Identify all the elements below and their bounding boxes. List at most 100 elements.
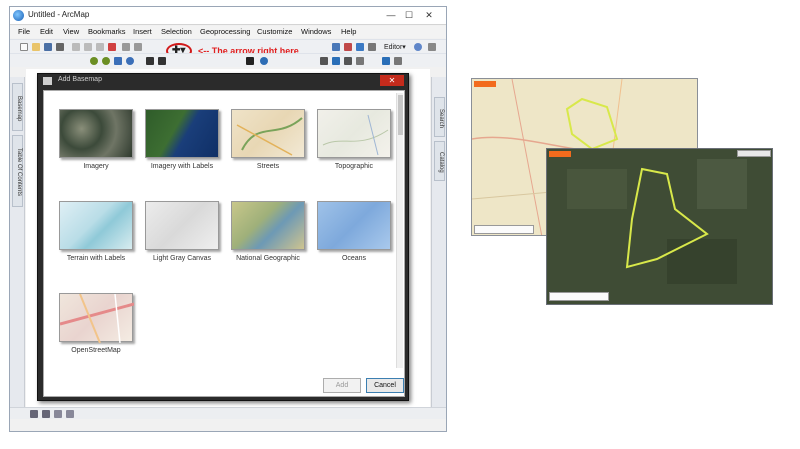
menu-customize[interactable]: Customize xyxy=(257,27,292,36)
terrain-thumbnail xyxy=(59,201,133,250)
cut-icon[interactable] xyxy=(72,43,80,51)
title-bar: Untitled - ArcMap — ☐ ✕ xyxy=(10,7,446,25)
basemap-oceans[interactable]: Oceans xyxy=(314,199,394,275)
gallery-scrollbar[interactable] xyxy=(396,93,403,368)
menu-edit[interactable]: Edit xyxy=(40,27,53,36)
scrollbar-thumb[interactable] xyxy=(398,95,403,135)
open-folder-icon[interactable] xyxy=(32,43,40,51)
catalog-icon[interactable] xyxy=(356,43,364,51)
right-dock: Search Catalog xyxy=(431,77,446,407)
arcmap-globe-icon xyxy=(13,10,24,21)
new-document-icon[interactable] xyxy=(20,43,28,51)
pan-icon[interactable] xyxy=(114,57,122,65)
menu-bar: File Edit View Bookmarks Insert Selectio… xyxy=(10,26,446,38)
basemap-light-gray-canvas[interactable]: Light Gray Canvas xyxy=(142,199,222,275)
zoom-out-icon[interactable] xyxy=(102,57,110,65)
menu-bookmarks[interactable]: Bookmarks xyxy=(88,27,126,36)
basemap-imagery-with-labels[interactable]: Imagery with Labels xyxy=(142,107,222,183)
imagery-map-window[interactable] xyxy=(546,148,773,305)
minimize-button[interactable]: — xyxy=(382,9,400,22)
copy-icon[interactable] xyxy=(84,43,92,51)
basemap-openstreetmap[interactable]: OpenStreetMap xyxy=(56,291,136,367)
viewer-icon[interactable] xyxy=(394,57,402,65)
editor-menu[interactable]: Editor▾ xyxy=(384,43,406,51)
dialog-body: Imagery Imagery with Labels Streets Topo… xyxy=(43,90,405,397)
natgeo-thumbnail xyxy=(231,201,305,250)
menu-help[interactable]: Help xyxy=(341,27,356,36)
fixed-zoom-out-icon[interactable] xyxy=(158,57,166,65)
basemap-label: Topographic xyxy=(334,163,374,170)
data-view-icon[interactable] xyxy=(30,410,38,418)
menu-geoprocessing[interactable]: Geoprocessing xyxy=(200,27,250,36)
layout-view-icon[interactable] xyxy=(42,410,50,418)
hyperlink-icon[interactable] xyxy=(356,57,364,65)
python-icon[interactable] xyxy=(428,43,436,51)
imagery-thumbnail xyxy=(59,109,133,158)
dialog-close-button[interactable]: ✕ xyxy=(380,75,404,86)
redo-icon[interactable] xyxy=(134,43,142,51)
identify-icon[interactable] xyxy=(260,57,268,65)
toc-icon[interactable] xyxy=(344,43,352,51)
search-window-icon[interactable] xyxy=(368,43,376,51)
arctoolbox-icon[interactable] xyxy=(414,43,422,51)
oceans-thumbnail xyxy=(317,201,391,250)
select-elements-icon[interactable] xyxy=(246,57,254,65)
tab-table-of-contents[interactable]: Table Of Contents xyxy=(12,135,23,207)
undo-icon[interactable] xyxy=(122,43,130,51)
add-basemap-dialog: Add Basemap ✕ Imagery Imagery with Label… xyxy=(37,73,409,401)
cancel-button[interactable]: Cancel xyxy=(366,378,404,393)
pause-drawing-icon[interactable] xyxy=(66,410,74,418)
print-icon[interactable] xyxy=(56,43,64,51)
window-controls[interactable] xyxy=(737,150,771,157)
map-icon[interactable] xyxy=(332,43,340,51)
menu-insert[interactable]: Insert xyxy=(133,27,152,36)
basemap-terrain-with-labels[interactable]: Terrain with Labels xyxy=(56,199,136,275)
tab-catalog[interactable]: Catalog xyxy=(434,141,445,181)
dialog-title: Add Basemap xyxy=(58,76,102,83)
left-dock: Basemap Table Of Contents xyxy=(10,77,25,407)
menu-selection[interactable]: Selection xyxy=(161,27,192,36)
full-extent-icon[interactable] xyxy=(126,57,134,65)
streets-thumbnail xyxy=(231,109,305,158)
delete-icon[interactable] xyxy=(108,43,116,51)
scale-bar xyxy=(549,292,609,301)
menu-view[interactable]: View xyxy=(63,27,79,36)
fixed-zoom-in-icon[interactable] xyxy=(146,57,154,65)
go-to-xy-icon[interactable] xyxy=(332,57,340,65)
basemap-label: Imagery with Labels xyxy=(150,163,214,170)
refresh-icon[interactable] xyxy=(54,410,62,418)
topo-lines xyxy=(322,114,389,156)
maximize-button[interactable]: ☐ xyxy=(400,9,418,22)
basemap-streets[interactable]: Streets xyxy=(228,107,308,183)
basemap-national-geographic[interactable]: National Geographic xyxy=(228,199,308,275)
basemap-layer-tab xyxy=(474,81,496,87)
tab-basemap-layer[interactable]: Basemap xyxy=(12,83,23,131)
dialog-title-bar: Add Basemap ✕ xyxy=(38,74,408,88)
add-button[interactable]: Add xyxy=(323,378,361,393)
time-slider-icon[interactable] xyxy=(382,57,390,65)
status-bar xyxy=(10,407,446,419)
close-button[interactable]: ✕ xyxy=(420,9,438,22)
basemap-gallery: Imagery Imagery with Labels Streets Topo… xyxy=(48,95,392,370)
basemap-label: Terrain with Labels xyxy=(66,255,126,262)
menu-windows[interactable]: Windows xyxy=(301,27,331,36)
basemap-label: OpenStreetMap xyxy=(71,347,121,354)
scale-bar xyxy=(474,225,534,234)
paste-icon[interactable] xyxy=(96,43,104,51)
basemap-imagery[interactable]: Imagery xyxy=(56,107,136,183)
zoom-in-icon[interactable] xyxy=(90,57,98,65)
find-icon[interactable] xyxy=(320,57,328,65)
basemap-label: National Geographic xyxy=(236,255,300,262)
tab-search[interactable]: Search xyxy=(434,97,445,137)
save-icon[interactable] xyxy=(44,43,52,51)
basemap-topographic[interactable]: Topographic xyxy=(314,107,394,183)
light-gray-thumbnail xyxy=(145,201,219,250)
streets-lines xyxy=(236,117,303,156)
measure-icon[interactable] xyxy=(344,57,352,65)
osm-thumbnail xyxy=(59,293,134,343)
tools-toolbar xyxy=(10,53,446,67)
basemap-label: Imagery xyxy=(83,163,109,170)
basemap-label: Oceans xyxy=(341,255,367,262)
window-title: Untitled - ArcMap xyxy=(28,10,90,19)
menu-file[interactable]: File xyxy=(18,27,30,36)
